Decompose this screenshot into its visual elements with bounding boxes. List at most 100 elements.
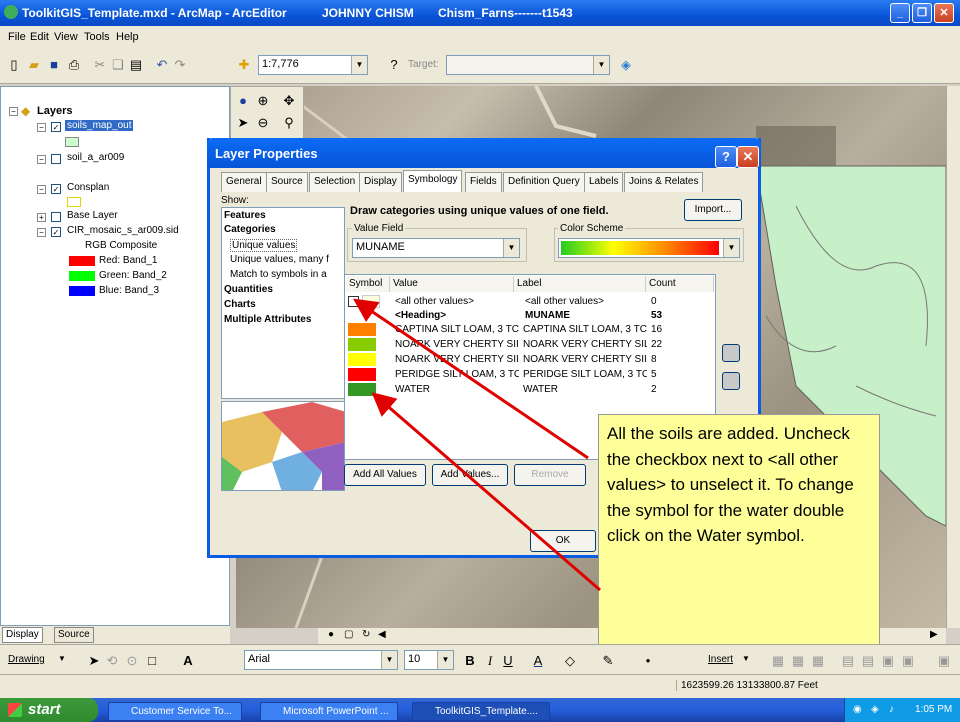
print-icon[interactable]: ⎙: [66, 57, 82, 73]
distribute-icon[interactable]: ▤: [860, 653, 876, 669]
redo-icon[interactable]: ↷: [172, 57, 188, 73]
color-scheme-combo[interactable]: ▼: [558, 238, 740, 258]
rotate-right-icon[interactable]: ▣: [900, 653, 916, 669]
menu-help[interactable]: Help: [116, 31, 139, 43]
open-folder-icon[interactable]: ▰: [26, 57, 42, 73]
ungroup-icon[interactable]: ▦: [790, 653, 806, 669]
menu-view[interactable]: View: [54, 31, 78, 43]
layer-name[interactable]: CIR_mosaic_s_ar009.sid: [67, 225, 179, 236]
row-label[interactable]: WATER: [523, 384, 647, 395]
expand-icon[interactable]: +: [37, 213, 46, 222]
layout-view-icon[interactable]: ●: [328, 629, 334, 640]
column-header[interactable]: Value: [390, 276, 514, 292]
row-symbol[interactable]: [348, 353, 376, 366]
row-symbol[interactable]: [362, 295, 380, 308]
layer-checkbox[interactable]: ✓: [51, 184, 61, 194]
row-checkbox[interactable]: [348, 296, 359, 307]
drawing-menu[interactable]: Drawing: [8, 654, 45, 665]
chevron-down-icon[interactable]: ▼: [58, 654, 66, 663]
zoom-in-icon[interactable]: ⊕: [255, 93, 271, 109]
row-symbol[interactable]: [348, 323, 376, 336]
group-icon[interactable]: ▦: [770, 653, 786, 669]
move-up-icon[interactable]: [722, 344, 740, 362]
scroll-left-icon[interactable]: ◀: [378, 629, 386, 640]
move-down-icon[interactable]: [722, 372, 740, 390]
show-item[interactable]: Features: [224, 210, 266, 221]
map-vertical-scrollbar[interactable]: [946, 86, 960, 628]
editor-icon[interactable]: ◈: [618, 57, 634, 73]
insert-menu[interactable]: Insert: [708, 654, 733, 665]
row-value[interactable]: PERIDGE SILT LOAM, 3 TC: [395, 369, 519, 380]
zoom-whole-page-icon[interactable]: ⊙: [124, 653, 140, 669]
nudge-icon[interactable]: ▣: [880, 653, 896, 669]
remove-button[interactable]: Remove: [514, 464, 586, 486]
show-item[interactable]: Charts: [224, 299, 256, 310]
column-header[interactable]: Label: [514, 276, 646, 292]
collapse-icon[interactable]: −: [37, 228, 46, 237]
close-icon[interactable]: ✕: [737, 146, 759, 168]
line-color-icon[interactable]: ✎: [600, 653, 616, 669]
row-value[interactable]: WATER: [395, 384, 519, 395]
network-icon[interactable]: ◉: [853, 704, 862, 715]
select-elements-icon[interactable]: ➤: [86, 653, 102, 669]
whats-this-icon[interactable]: ?: [386, 57, 402, 73]
row-label[interactable]: PERIDGE SILT LOAM, 3 TC: [523, 369, 647, 380]
row-symbol[interactable]: [348, 383, 376, 396]
flip-icon[interactable]: ▣: [936, 653, 952, 669]
target-combo[interactable]: ▼: [446, 55, 610, 75]
layer-name[interactable]: Consplan: [67, 182, 109, 193]
fill-color-icon[interactable]: ◇: [562, 653, 578, 669]
rectangle-icon[interactable]: □: [144, 653, 160, 669]
collapse-icon[interactable]: −: [37, 185, 46, 194]
layer-checkbox[interactable]: ✓: [51, 122, 61, 132]
font-combo[interactable]: Arial ▼: [244, 650, 398, 670]
menu-file[interactable]: File: [8, 31, 26, 43]
find-icon[interactable]: ⚲: [281, 115, 297, 131]
marker-color-icon[interactable]: •: [640, 653, 656, 669]
show-item[interactable]: Quantities: [224, 284, 273, 295]
task-customer-service[interactable]: Customer Service To...: [108, 702, 242, 721]
row-label[interactable]: NOARK VERY CHERTY SII: [523, 354, 647, 365]
minimize-icon[interactable]: _: [890, 3, 910, 23]
tab-source[interactable]: Source: [54, 627, 94, 643]
row-value[interactable]: CAPTINA SILT LOAM, 3 TC: [395, 324, 519, 335]
tab-symbology[interactable]: Symbology: [403, 170, 463, 192]
refresh-icon[interactable]: ↻: [362, 629, 370, 640]
row-symbol[interactable]: [348, 368, 376, 381]
align-icon[interactable]: ▤: [840, 653, 856, 669]
italic-icon[interactable]: I: [482, 653, 498, 669]
tab-fields[interactable]: Fields: [465, 172, 502, 192]
font-color-icon[interactable]: A: [530, 653, 546, 669]
add-all-values-button[interactable]: Add All Values: [344, 464, 426, 486]
collapse-icon[interactable]: −: [37, 123, 46, 132]
add-data-icon[interactable]: ✚: [236, 57, 252, 73]
scale-combo[interactable]: 1:7,776 ▼: [258, 55, 368, 75]
save-icon[interactable]: ■: [46, 57, 62, 73]
show-item[interactable]: Unique values, many f: [230, 254, 329, 265]
collapse-icon[interactable]: −: [9, 107, 18, 116]
ok-button[interactable]: OK: [530, 530, 596, 552]
row-value[interactable]: NOARK VERY CHERTY SII: [395, 354, 519, 365]
row-label[interactable]: <all other values>: [525, 296, 645, 307]
underline-icon[interactable]: U: [500, 653, 516, 669]
rotate-icon[interactable]: ⟲: [104, 653, 120, 669]
data-view-icon[interactable]: ▢: [344, 629, 353, 640]
task-toolkitgis[interactable]: ToolkitGIS_Template....: [412, 702, 550, 721]
row-label[interactable]: MUNAME: [525, 310, 645, 321]
import-button[interactable]: Import...: [684, 199, 742, 221]
scroll-right-icon[interactable]: ▶: [930, 629, 938, 640]
toc-root[interactable]: Layers: [37, 105, 72, 117]
row-label[interactable]: NOARK VERY CHERTY SIL: [523, 339, 647, 350]
start-button[interactable]: start: [0, 698, 98, 722]
font-size-combo[interactable]: 10 ▼: [404, 650, 454, 670]
show-item[interactable]: Categories: [224, 224, 276, 235]
layer-symbol[interactable]: [65, 137, 79, 147]
menu-tools[interactable]: Tools: [84, 31, 110, 43]
identify-icon[interactable]: ●: [235, 93, 251, 109]
undo-icon[interactable]: ↶: [154, 57, 170, 73]
cut-icon[interactable]: ✂: [92, 57, 108, 73]
collapse-icon[interactable]: −: [37, 155, 46, 164]
order-icon[interactable]: ▦: [810, 653, 826, 669]
row-value[interactable]: <all other values>: [395, 296, 513, 307]
show-item[interactable]: Multiple Attributes: [224, 314, 311, 325]
